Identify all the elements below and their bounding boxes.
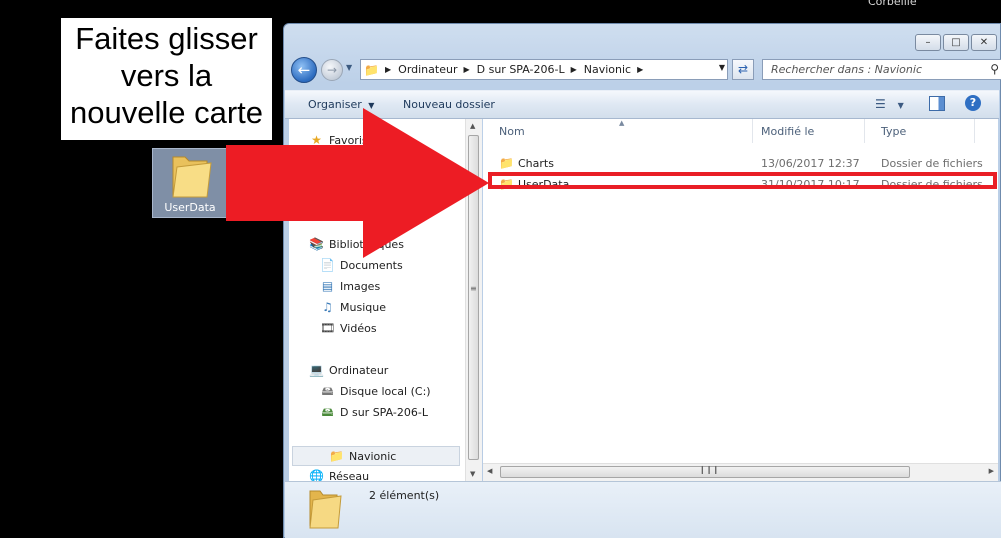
breadcrumb-d-sur-spa[interactable]: D sur SPA-206-L <box>477 63 565 76</box>
file-name-cell: 📁 Charts <box>499 156 554 170</box>
chevron-right-icon[interactable]: ▶ <box>463 65 469 74</box>
chevron-right-icon[interactable]: ▶ <box>637 65 643 74</box>
folder-icon: 📁 <box>364 62 379 77</box>
breadcrumb-navionic[interactable]: Navionic <box>584 63 631 76</box>
horizontal-scrollbar[interactable]: ◀ ❙❙❙ ▶ <box>483 463 998 481</box>
table-row[interactable]: 📁 Charts 13/06/2017 12:37 Dossier de fic… <box>499 153 994 173</box>
file-type: Dossier de fichiers <box>881 157 983 170</box>
music-icon: ♫ <box>322 300 333 314</box>
network-drive-icon: 🖴 <box>321 405 334 419</box>
change-view-button[interactable]: ☰ ▼ <box>875 97 904 111</box>
nav-music[interactable]: ♫ Musique <box>320 300 386 314</box>
address-bar[interactable]: 📁 ▶ Ordinateur ▶ D sur SPA-206-L ▶ Navio… <box>360 59 728 80</box>
folder-icon: 📁 <box>499 156 514 170</box>
computer-icon: 💻 <box>309 363 324 377</box>
search-placeholder: Rechercher dans : Navionic <box>771 63 922 76</box>
nav-videos[interactable]: 🎞 Vidéos <box>320 321 377 335</box>
nav-navionic-label: Navionic <box>349 449 397 463</box>
navigation-bar: ← → ▼ 📁 ▶ Ordinateur ▶ D sur SPA-206-L ▶… <box>291 57 1001 83</box>
search-icon[interactable]: ⚲ <box>990 60 999 79</box>
drag-arrow-icon <box>226 108 489 258</box>
grip-icon: ❙❙❙ <box>699 465 720 474</box>
column-name-label: Nom <box>499 125 525 138</box>
explorer-window: – □ ✕ ← → ▼ 📁 ▶ Ordinateur ▶ D sur SPA-2… <box>283 23 1001 538</box>
folder-icon <box>309 490 342 529</box>
maximize-button[interactable]: □ <box>943 34 969 51</box>
nav-videos-label: Vidéos <box>340 321 377 335</box>
column-header-modified[interactable]: Modifié le <box>745 119 865 143</box>
nav-network[interactable]: 🌐 Réseau <box>309 469 369 481</box>
forward-button[interactable]: → <box>321 59 343 81</box>
sort-ascending-icon: ▲ <box>619 119 625 127</box>
nav-images-label: Images <box>340 279 381 293</box>
file-list: Nom ▲ Modifié le Type 📁 Charts 13/06/201… <box>483 119 998 481</box>
drive-icon: 🖴 <box>321 384 334 398</box>
preview-pane-icon[interactable] <box>929 96 945 111</box>
file-name: Charts <box>518 156 554 170</box>
documents-icon: 📄 <box>320 258 335 272</box>
dragged-folder-label: UserData <box>164 201 216 214</box>
help-icon[interactable]: ? <box>965 95 981 111</box>
nav-documents[interactable]: 📄 Documents <box>320 258 403 272</box>
nav-music-label: Musique <box>340 300 386 314</box>
instruction-line-1: Faites glisser <box>75 21 258 56</box>
videos-icon: 🎞 <box>320 321 336 335</box>
nav-network-drive-label: D sur SPA-206-L <box>340 405 428 419</box>
nav-documents-label: Documents <box>340 258 403 272</box>
chevron-right-icon[interactable]: ▶ <box>385 65 391 74</box>
address-dropdown-icon[interactable]: ▼ <box>719 63 725 72</box>
history-dropdown-icon[interactable]: ▼ <box>346 63 352 72</box>
scroll-left-icon[interactable]: ◀ <box>487 467 492 475</box>
nav-local-disk[interactable]: 🖴 Disque local (C:) <box>320 384 431 398</box>
instruction-line-2: vers la <box>120 58 213 93</box>
folder-icon: 📁 <box>329 449 344 463</box>
minimize-button[interactable]: – <box>915 34 941 51</box>
nav-network-drive[interactable]: 🖴 D sur SPA-206-L <box>320 405 428 419</box>
nav-local-disk-label: Disque local (C:) <box>340 384 431 398</box>
network-icon: 🌐 <box>309 469 324 481</box>
nav-computer-label: Ordinateur <box>329 363 389 377</box>
back-button[interactable]: ← <box>291 57 317 83</box>
details-pane: 2 élément(s) <box>285 481 1001 538</box>
scroll-right-icon[interactable]: ▶ <box>989 467 994 475</box>
column-header-name[interactable]: Nom ▲ <box>483 119 753 143</box>
refresh-button[interactable]: ⇄ <box>732 59 754 80</box>
recycle-bin-label[interactable]: Corbeille <box>868 0 917 8</box>
file-modified: 13/06/2017 12:37 <box>761 157 860 170</box>
item-count: 2 élément(s) <box>369 489 440 502</box>
caption-buttons: – □ ✕ <box>915 34 997 51</box>
scroll-down-icon[interactable]: ▼ <box>470 470 475 478</box>
chevron-right-icon[interactable]: ▶ <box>571 65 577 74</box>
drop-target-highlight <box>488 172 997 189</box>
images-icon: ▤ <box>321 279 334 293</box>
column-header-type[interactable]: Type <box>865 119 975 143</box>
nav-navionic[interactable]: 📁 Navionic <box>292 446 460 466</box>
nav-images[interactable]: ▤ Images <box>320 279 380 293</box>
breadcrumb-ordinateur[interactable]: Ordinateur <box>398 63 457 76</box>
search-input[interactable]: Rechercher dans : Navionic ⚲ <box>762 59 1001 80</box>
folder-icon <box>172 156 212 198</box>
nav-computer[interactable]: 💻 Ordinateur <box>309 363 388 377</box>
grip-icon: ≡ <box>470 284 477 293</box>
nav-network-label: Réseau <box>329 469 370 482</box>
close-button[interactable]: ✕ <box>971 34 997 51</box>
dragged-userdata-folder[interactable]: UserData <box>152 148 228 218</box>
